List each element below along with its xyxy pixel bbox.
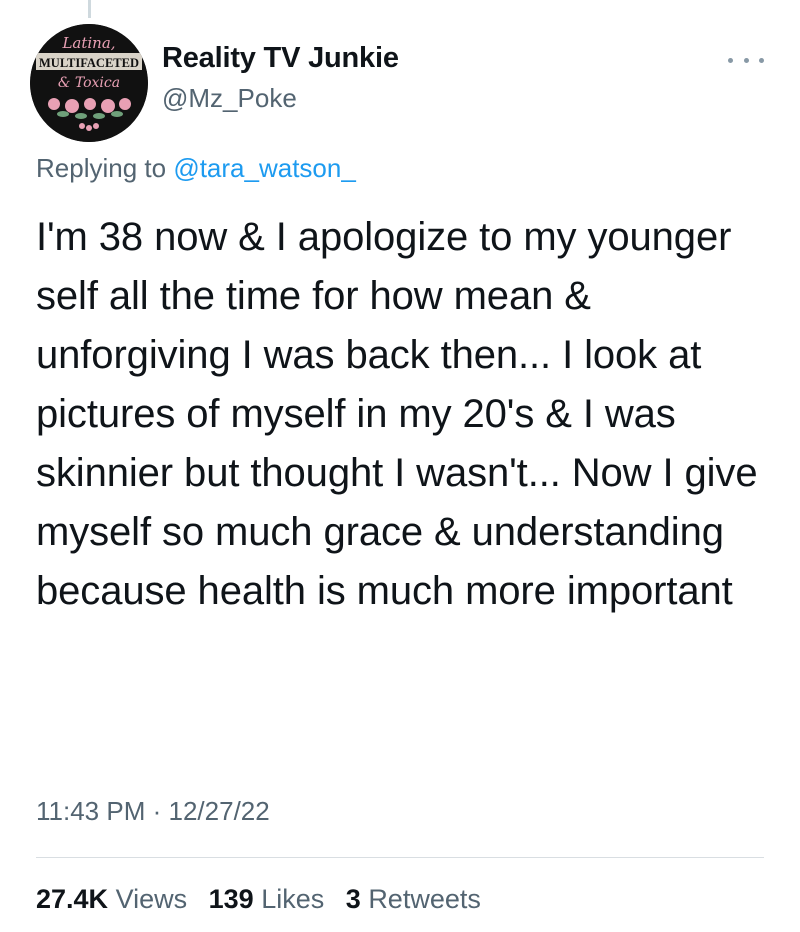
- user-handle[interactable]: @Mz_Poke: [162, 83, 297, 114]
- replying-prefix: Replying to: [36, 153, 167, 183]
- avatar-logo-image: Latina, MULTIFACETED & Toxica: [30, 24, 148, 142]
- svg-text:MULTIFACETED: MULTIFACETED: [39, 55, 139, 70]
- dot: [743, 57, 749, 63]
- divider: [36, 857, 764, 858]
- reply-mention-link[interactable]: @tara_watson_: [173, 153, 356, 183]
- dot: [759, 57, 764, 63]
- tweet-date: 12/27/22: [168, 796, 270, 826]
- engagement-stats: 27.4K Views 139 Likes 3 Retweets: [36, 884, 495, 915]
- views-count: 27.4K: [36, 884, 109, 914]
- likes-label: Likes: [261, 884, 325, 914]
- views-label: Views: [115, 884, 188, 914]
- more-options-icon[interactable]: [728, 50, 764, 70]
- display-name[interactable]: Reality TV Junkie: [162, 42, 399, 75]
- avatar[interactable]: Latina, MULTIFACETED & Toxica: [30, 24, 148, 142]
- dot: [728, 57, 733, 63]
- tweet-timestamp[interactable]: 11:43 PM · 12/27/22: [36, 796, 270, 827]
- thread-connector-line: [88, 0, 91, 18]
- tweet-time: 11:43 PM: [36, 796, 146, 826]
- views-stat[interactable]: 27.4K Views: [36, 884, 187, 914]
- retweets-count: 3: [345, 884, 361, 914]
- likes-count: 139: [208, 884, 254, 914]
- retweets-stat[interactable]: 3 Retweets: [346, 884, 481, 914]
- tweet-text: I'm 38 now & I apologize to my younger s…: [36, 215, 758, 613]
- svg-text:Latina,: Latina,: [61, 34, 115, 52]
- replying-to-line: Replying to @tara_watson_: [36, 153, 356, 184]
- meta-separator: ·: [152, 796, 162, 826]
- retweets-label: Retweets: [368, 884, 481, 914]
- svg-text:& Toxica: & Toxica: [58, 75, 120, 91]
- likes-stat[interactable]: 139 Likes: [209, 884, 325, 914]
